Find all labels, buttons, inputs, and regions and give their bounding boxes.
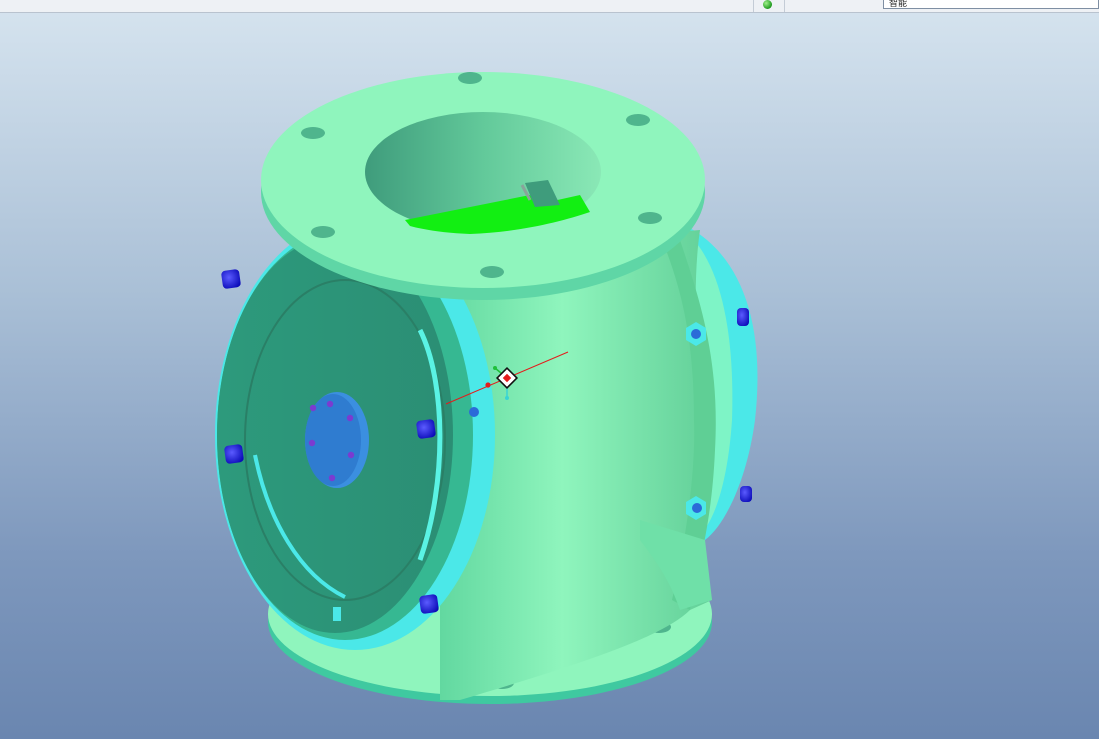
valve-model[interactable] [0,0,1099,739]
status-separator [784,0,785,12]
top-flange [261,72,705,300]
selection-filter-dropdown[interactable]: 智能 [883,0,1099,9]
3d-viewport[interactable] [0,0,1099,739]
status-light-icon [763,0,772,9]
status-separator [753,0,754,12]
status-bar: 智能 [0,0,1099,13]
